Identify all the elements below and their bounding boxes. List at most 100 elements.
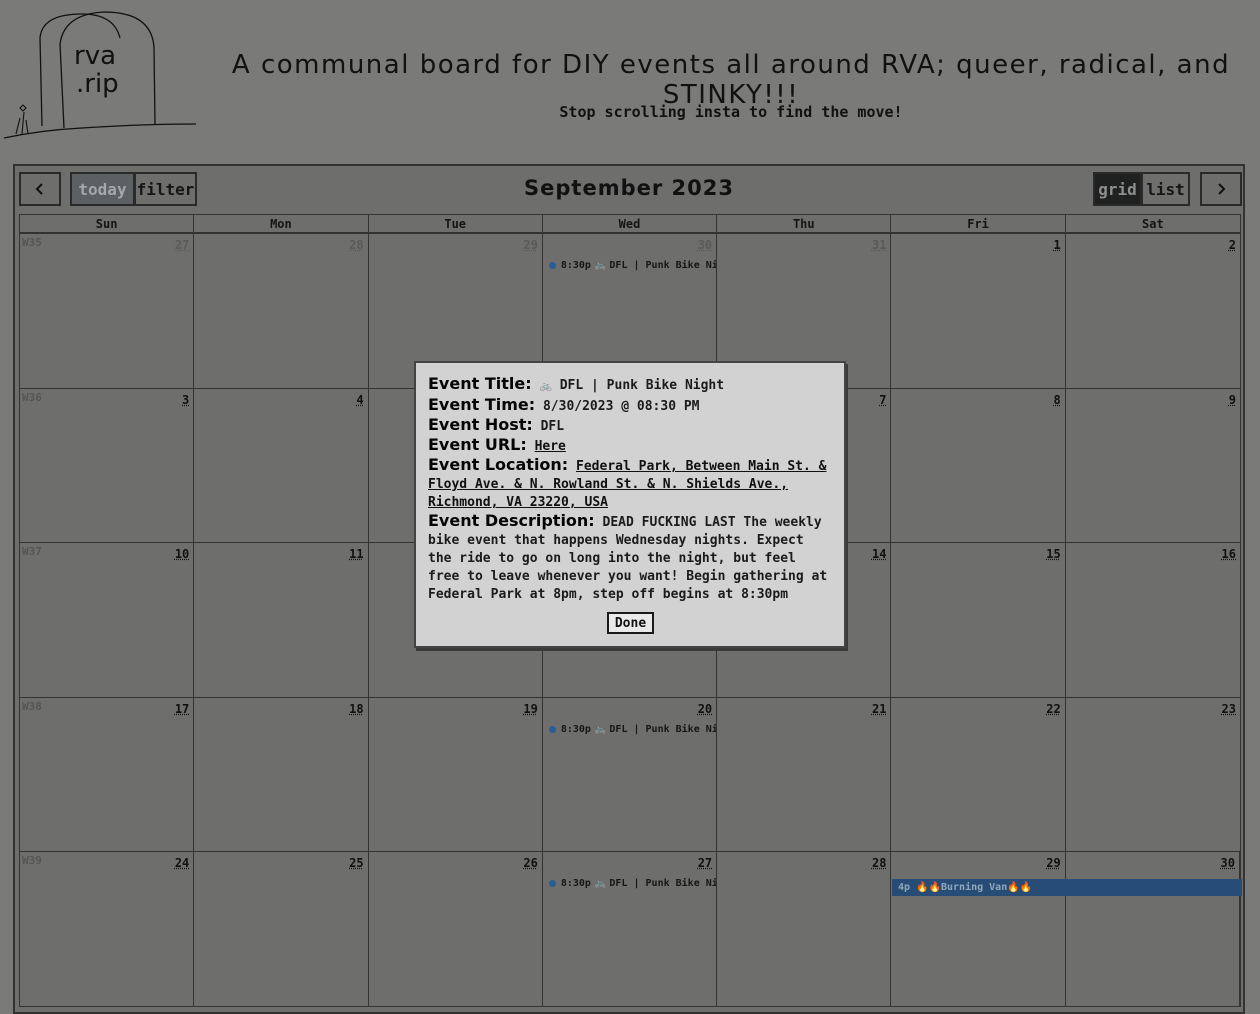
event-host-row: Event Host: DFL — [428, 416, 832, 436]
day-number[interactable]: 27 — [175, 238, 189, 252]
day-number[interactable]: 21 — [872, 702, 886, 716]
day-number[interactable]: 15 — [1046, 547, 1060, 561]
day-number[interactable]: 29 — [1046, 856, 1060, 870]
day-cell[interactable]: 27 8:30p🚲DFL | Punk Bike Nigh — [543, 852, 718, 1006]
day-number[interactable]: 18 — [349, 702, 363, 716]
day-number[interactable]: 17 — [175, 702, 189, 716]
event-time: 8:30p — [560, 878, 591, 889]
day-number[interactable]: 26 — [523, 856, 537, 870]
day-cell[interactable]: 29 — [891, 852, 1066, 1006]
day-cell[interactable]: W39 24 — [20, 852, 195, 1006]
event-title-value: DFL | Punk Bike Night — [559, 378, 725, 393]
day-cell[interactable]: 16 — [1066, 543, 1240, 697]
day-cell[interactable]: W35 27 — [20, 234, 195, 388]
day-number[interactable]: 28 — [872, 856, 886, 870]
day-cell[interactable]: 22 — [891, 697, 1066, 851]
day-number[interactable]: 19 — [523, 702, 537, 716]
day-number[interactable]: 31 — [872, 238, 886, 252]
day-cell[interactable]: 20 8:30p🚲DFL | Punk Bike Nigh — [543, 697, 718, 851]
day-number[interactable]: 11 — [349, 547, 363, 561]
day-cell[interactable]: 15 — [891, 543, 1066, 697]
rva-rip-logo[interactable]: rva .rip — [2, 8, 198, 142]
calendar-toolbar: today filter September 2023 grid list — [15, 166, 1243, 214]
event-dot-icon — [548, 880, 556, 887]
day-number[interactable]: 10 — [175, 547, 189, 561]
event-time: 8:30p — [560, 260, 591, 271]
event-url-link[interactable]: Here — [535, 439, 566, 454]
day-cell[interactable]: 8 — [891, 388, 1066, 542]
event-item[interactable]: 8:30p🚲DFL | Punk Bike Nigh — [548, 878, 718, 889]
day-number[interactable]: 23 — [1222, 702, 1236, 716]
done-button[interactable]: Done — [607, 612, 654, 634]
day-number[interactable]: 24 — [175, 856, 189, 870]
day-number[interactable]: 22 — [1046, 702, 1060, 716]
day-number[interactable]: 2 — [1229, 238, 1236, 252]
day-cell[interactable]: W36 3 — [20, 388, 195, 542]
day-cell[interactable]: 21 — [717, 697, 892, 851]
day-cell[interactable]: 4 — [194, 388, 369, 542]
week-number[interactable]: W37 — [22, 545, 42, 558]
week-number[interactable]: W38 — [22, 700, 42, 713]
fire-icon: 🔥🔥 — [916, 882, 941, 893]
event-host-label: Event Host: — [428, 415, 533, 434]
calendar-title: September 2023 — [524, 176, 734, 200]
bicycle-icon: 🚲 — [539, 381, 552, 392]
week-row: W38 17 18 19 20 8:30p🚲DFL | Punk Bike Nig… — [19, 697, 1241, 852]
day-number[interactable]: 20 — [698, 702, 712, 716]
day-number[interactable]: 16 — [1222, 547, 1236, 561]
day-cell[interactable]: 2 — [1066, 234, 1240, 388]
day-number[interactable]: 8 — [1053, 393, 1060, 407]
day-cell[interactable]: 25 — [194, 852, 369, 1006]
day-number[interactable]: 27 — [698, 856, 712, 870]
day-cell[interactable]: 19 — [369, 697, 543, 851]
event-time-label: Event Time: — [428, 395, 536, 414]
event-title: DFL | Punk Bike Nigh — [609, 723, 718, 735]
event-bar-burning-van[interactable]: 4p 🔥🔥 Burning Van 🔥🔥 — [892, 879, 1242, 896]
logo-text-2: .rip — [76, 69, 119, 99]
event-item[interactable]: 8:30p🚲DFL | Punk Bike Nigh — [548, 723, 718, 735]
event-description-row: Event Description: DEAD FUCKING LAST The… — [428, 512, 832, 604]
event-host-value: DFL — [540, 419, 565, 434]
week-number[interactable]: W39 — [22, 854, 42, 867]
grid-view-button[interactable]: grid — [1093, 172, 1142, 206]
day-number[interactable]: 1 — [1053, 238, 1060, 252]
day-cell[interactable]: 18 — [194, 697, 369, 851]
event-details-modal: Event Title: 🚲 DFL | Punk Bike Night Eve… — [414, 361, 846, 648]
weekday-mon: Mon — [194, 215, 369, 233]
day-cell[interactable]: W37 10 — [20, 543, 195, 697]
day-number[interactable]: 3 — [182, 393, 189, 407]
day-cell[interactable]: 30 — [1066, 852, 1240, 1006]
logo-text-1: rva — [74, 41, 116, 71]
day-number[interactable]: 29 — [523, 238, 537, 252]
event-item[interactable]: 8:30p🚲DFL | Punk Bike Nigh — [548, 260, 716, 271]
day-number[interactable]: 9 — [1229, 393, 1236, 407]
event-description-label: Event Description: — [428, 511, 595, 530]
event-title-label: Event Title: — [428, 374, 532, 393]
day-cell[interactable]: 23 — [1066, 698, 1240, 852]
event-time: 8:30p — [560, 723, 591, 735]
day-number[interactable]: 30 — [698, 238, 712, 252]
day-cell[interactable]: 9 — [1066, 389, 1240, 543]
day-number[interactable]: 28 — [349, 238, 363, 252]
event-dot-icon — [548, 725, 556, 733]
day-number[interactable]: 7 — [879, 393, 886, 407]
next-month-button[interactable] — [1200, 172, 1242, 206]
week-number[interactable]: W35 — [22, 236, 42, 249]
day-cell[interactable]: 28 — [717, 852, 892, 1006]
event-time-value: 8/30/2023 @ 08:30 PM — [542, 399, 700, 414]
day-number[interactable]: 25 — [349, 856, 363, 870]
day-cell[interactable]: 26 — [369, 852, 543, 1006]
day-number[interactable]: 30 — [1221, 856, 1235, 870]
day-cell[interactable]: 28 — [194, 234, 369, 388]
day-number[interactable]: 4 — [356, 393, 363, 407]
day-cell[interactable]: W38 17 — [20, 697, 195, 851]
list-view-button[interactable]: list — [1141, 172, 1190, 206]
event-title: DFL | Punk Bike Nigh — [609, 878, 718, 889]
bicycle-icon: 🚲 — [593, 878, 607, 889]
chevron-right-icon — [1218, 183, 1226, 195]
day-cell[interactable]: 1 — [891, 234, 1066, 388]
day-number[interactable]: 14 — [872, 547, 886, 561]
weekday-sun: Sun — [20, 215, 195, 233]
day-cell[interactable]: 11 — [194, 543, 369, 697]
week-number[interactable]: W36 — [22, 391, 42, 404]
